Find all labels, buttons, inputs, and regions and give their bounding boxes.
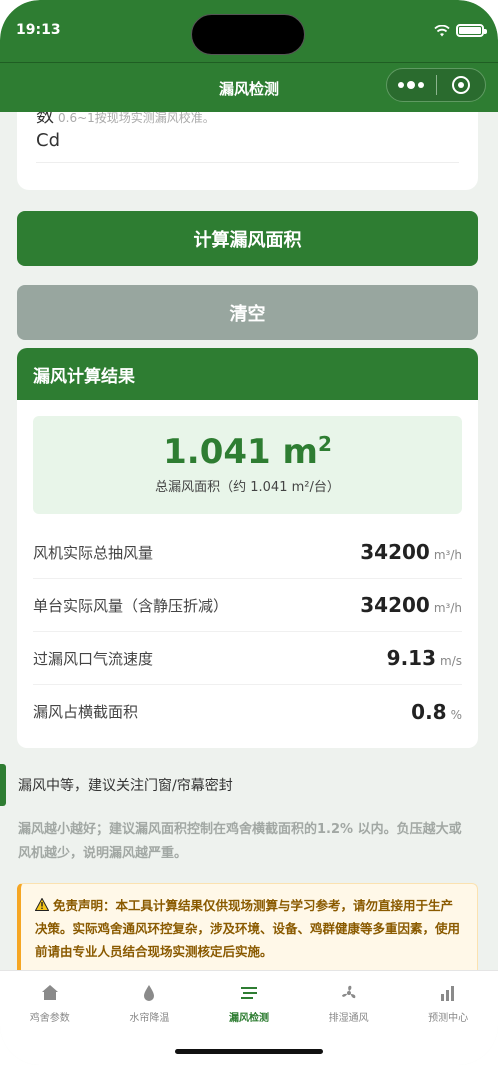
tab-leak-detection[interactable]: 漏风检测	[199, 971, 299, 1033]
input-card: 数 0.6~1按现场实测漏风校准。 Cd	[17, 112, 478, 190]
disclaimer-box: 免责声明：本工具计算结果仅供现场测算与学习参考，请勿直接用于生产决策。实际鸡舍通…	[17, 883, 478, 970]
clear-button[interactable]: 清空	[17, 285, 478, 340]
more-icon[interactable]	[387, 81, 436, 89]
wifi-icon	[434, 24, 450, 36]
dynamic-island	[191, 14, 305, 55]
result-title: 漏风计算结果	[17, 348, 478, 400]
home-icon	[41, 985, 58, 1000]
discharge-coefficient-field[interactable]: Cd	[36, 130, 60, 151]
input-hint: 0.6~1按现场实测漏风校准。	[58, 112, 215, 125]
tab-dehumidify[interactable]: 排湿通风	[299, 971, 399, 1033]
total-leak-area: 1.041 m2	[163, 432, 332, 472]
mini-program-capsule	[386, 68, 486, 102]
fan-icon	[341, 985, 355, 999]
home-indicator	[175, 1049, 323, 1054]
calculate-button[interactable]: 计算漏风面积	[17, 211, 478, 266]
tab-bar: 鸡舍参数 水帘降温 漏风检测 排湿通风 预测中心	[0, 970, 498, 1065]
phone-screen: 19:13 漏风检测 数 0.6~1按现场实测漏风校准。 Cd 计算漏风面积 清…	[0, 0, 498, 1065]
water-drop-icon	[144, 985, 155, 1001]
battery-icon	[456, 24, 487, 37]
advice-banner: 漏风中等，建议关注门窗/帘幕密封	[0, 764, 498, 806]
input-label: 数	[36, 112, 54, 127]
result-row: 过漏风口气流速度 9.13 m/s	[33, 632, 462, 685]
tab-forecast[interactable]: 预测中心	[398, 971, 498, 1033]
result-card: 漏风计算结果 1.041 m2 总漏风面积（约 1.041 m²/台） 风机实际…	[17, 348, 478, 748]
top-bar: 19:13 漏风检测	[0, 0, 498, 112]
warning-icon	[35, 898, 49, 911]
wind-lines-icon	[240, 987, 257, 999]
tab-house-params[interactable]: 鸡舍参数	[0, 971, 100, 1033]
result-row: 漏风占横截面积 0.8%	[33, 699, 462, 724]
tab-water-curtain[interactable]: 水帘降温	[100, 971, 200, 1033]
status-icons	[434, 24, 487, 37]
result-row: 风机实际总抽风量 34200 m³/h	[33, 526, 462, 579]
advice-text: 漏风中等，建议关注门窗/帘幕密封	[18, 778, 233, 794]
summary-box: 1.041 m2 总漏风面积（约 1.041 m²/台）	[33, 416, 462, 514]
result-row: 单台实际风量（含静压折减） 34200 m³/h	[33, 579, 462, 632]
close-target-icon[interactable]	[436, 76, 485, 94]
info-note: 漏风越小越好；建议漏风面积控制在鸡舍横截面积的1.2% 以内。负压越大或风机越少…	[18, 822, 462, 861]
summary-caption: 总漏风面积（约 1.041 m²/台）	[155, 480, 340, 495]
disclaimer-text: 免责声明：本工具计算结果仅供现场测算与学习参考，请勿直接用于生产决策。实际鸡舍通…	[35, 898, 461, 959]
result-rows: 风机实际总抽风量 34200 m³/h 单台实际风量（含静压折减） 34200 m³…	[33, 526, 462, 738]
status-time: 19:13	[16, 22, 61, 38]
scroll-content[interactable]: 数 0.6~1按现场实测漏风校准。 Cd 计算漏风面积 清空 漏风计算结果 1.…	[0, 112, 498, 970]
bar-chart-icon	[441, 986, 455, 1001]
